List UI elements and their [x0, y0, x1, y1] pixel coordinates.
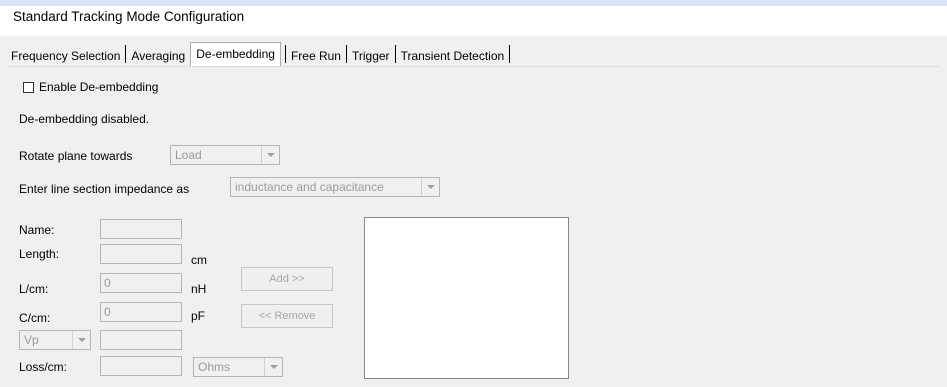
enable-deembedding-checkbox[interactable] [23, 82, 34, 93]
tab-strip: Frequency Selection Averaging De-embeddi… [8, 42, 512, 66]
velocity-field[interactable] [100, 330, 182, 350]
velocity-mode-dropdown[interactable]: Vp [19, 330, 91, 350]
impedance-label: Enter line section impedance as [19, 182, 190, 196]
tab-separator [509, 45, 511, 63]
enable-deembedding-label[interactable]: Enable De-embedding [39, 80, 158, 94]
remove-section-button[interactable]: << Remove [241, 304, 333, 328]
title-accent-strip [0, 0, 947, 6]
name-label: Name: [19, 223, 55, 237]
chevron-down-icon [72, 331, 90, 349]
tab-label: Averaging [131, 49, 186, 63]
tab-separator [345, 45, 347, 63]
tab-averaging[interactable]: Averaging [128, 46, 188, 66]
length-unit: cm [191, 253, 207, 267]
name-field[interactable] [100, 219, 182, 239]
tab-separator [284, 45, 286, 63]
rotate-plane-value: Load [175, 148, 202, 162]
loss-field[interactable] [100, 356, 182, 376]
config-window: Standard Tracking Mode Configuration Fre… [0, 0, 947, 387]
lcm-field[interactable]: 0 [100, 273, 182, 293]
loss-label: Loss/cm: [19, 360, 68, 374]
ccm-unit: pF [191, 309, 206, 323]
tab-de-embedding[interactable]: De-embedding [190, 42, 281, 66]
tab-label: Transient Detection [400, 49, 505, 63]
tab-free-run[interactable]: Free Run [288, 46, 344, 66]
loss-unit-value: Ohms [198, 360, 231, 374]
tab-trigger[interactable]: Trigger [349, 46, 393, 66]
ccm-field[interactable]: 0 [100, 302, 182, 322]
lcm-label: L/cm: [19, 282, 49, 296]
lcm-unit: nH [191, 282, 207, 296]
rotate-plane-label: Rotate plane towards [19, 149, 133, 163]
tab-transient-detection[interactable]: Transient Detection [398, 46, 508, 66]
velocity-mode-value: Vp [24, 333, 39, 347]
ccm-label: C/cm: [19, 311, 51, 325]
line-sections-listbox[interactable] [364, 217, 569, 379]
add-section-button[interactable]: Add >> [241, 267, 333, 291]
chevron-down-icon [421, 178, 439, 196]
tab-separator [125, 45, 127, 63]
impedance-value: inductance and capacitance [235, 180, 384, 194]
tab-separator [394, 45, 396, 63]
length-label: Length: [19, 247, 60, 261]
tab-label: Free Run [290, 49, 341, 63]
tab-label: De-embedding [196, 47, 275, 61]
tab-label: Frequency Selection [11, 49, 121, 63]
chevron-down-icon [261, 146, 279, 164]
chevron-down-icon [264, 358, 282, 376]
tab-label: Trigger [351, 49, 390, 63]
deembedding-status-text: De-embedding disabled. [19, 112, 150, 126]
window-title: Standard Tracking Mode Configuration [13, 9, 245, 24]
length-field[interactable] [100, 244, 182, 264]
impedance-dropdown[interactable]: inductance and capacitance [230, 177, 440, 197]
loss-unit-dropdown[interactable]: Ohms [193, 357, 283, 377]
rotate-plane-dropdown[interactable]: Load [170, 145, 280, 165]
tab-frequency-selection[interactable]: Frequency Selection [8, 46, 123, 66]
